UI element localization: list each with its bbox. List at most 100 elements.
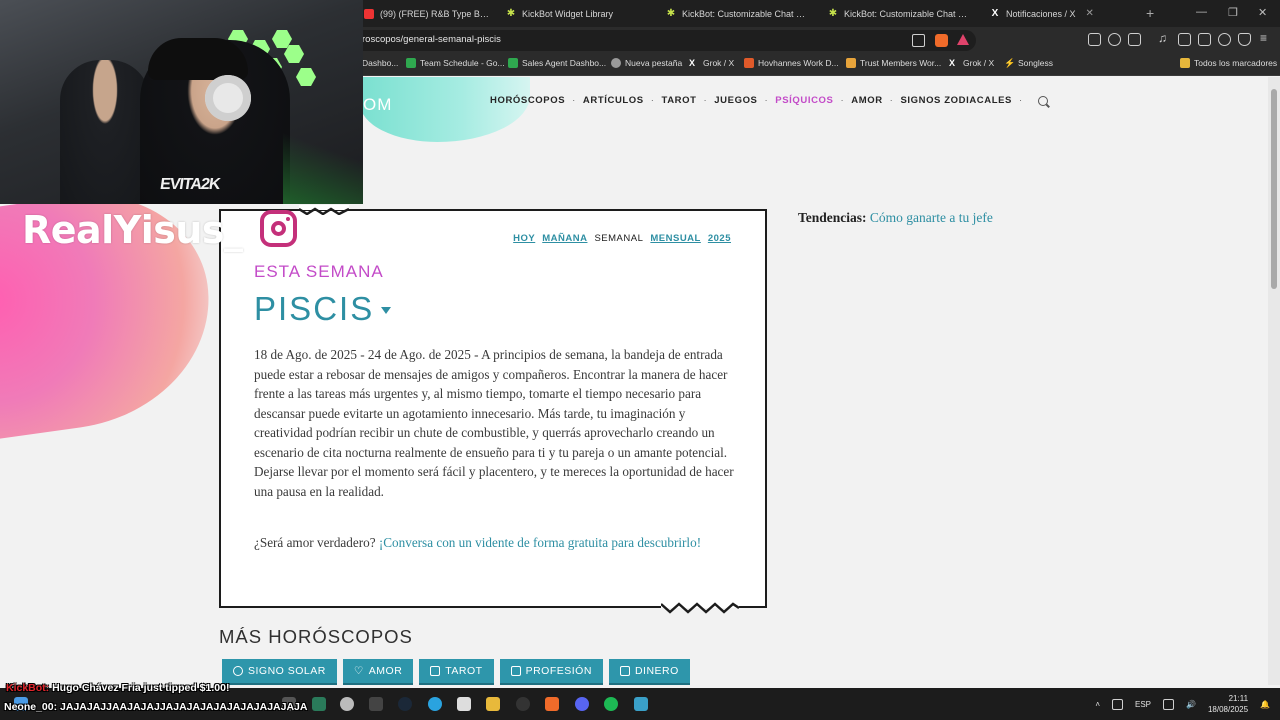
discord-icon[interactable] [575,697,589,711]
clock[interactable]: 21:11 18/08/2025 [1208,693,1248,715]
obs-icon[interactable] [340,697,354,711]
profesion-button[interactable]: PROFESIÓN [499,659,603,685]
tab-2025[interactable]: 2025 [708,233,731,244]
search-icon[interactable] [1037,95,1048,106]
nav-psiquicos[interactable]: PSÍQUICOS · [775,95,851,106]
horoscope-reading: 18 de Ago. de 2025 - 24 de Ago. de 2025 … [254,347,734,499]
psychic-chat-link[interactable]: ¡Conversa con un vidente de forma gratui… [379,535,701,550]
scrollbar-thumb[interactable] [1271,89,1277,289]
nav-label: ARTÍCULOS [582,95,644,106]
amor-button[interactable]: ♡ AMOR [342,659,414,685]
bookmark-item[interactable]: Nueva pestaña [611,58,682,68]
x-icon: X [689,58,696,68]
nav-articulos[interactable]: ARTÍCULOS · [583,95,662,106]
button-label: TAROT [445,665,483,677]
close-tab-icon[interactable]: ✕ [1086,8,1094,19]
bookmark-item[interactable]: Trust Members Wor... [846,58,941,68]
bookmark-item[interactable]: X Grok / X [689,58,734,68]
bookmark-item[interactable]: Hovhannes Work D... [744,58,839,68]
wallet-icon[interactable] [1198,33,1211,46]
puzzle-icon[interactable] [1108,33,1121,46]
tab-youtube-beat[interactable]: (99) (FREE) R&B Type Beat - "TH [356,0,498,27]
shield-icon[interactable] [1238,33,1251,46]
page-scrollbar[interactable] [1268,77,1280,685]
nav-label: PSÍQUICOS [775,95,834,106]
vpn-icon[interactable] [1218,33,1231,46]
songless-icon: ⚡ [1004,58,1016,68]
tab-semanal[interactable]: SEMANAL [594,233,643,244]
notification-icon[interactable]: 🔔 [1260,700,1270,709]
nav-label: JUEGOS [714,95,758,106]
extension-icon[interactable] [1088,33,1101,46]
steam-icon[interactable] [398,697,412,711]
display-icon[interactable] [1163,698,1175,710]
cap [148,38,248,80]
caret-down-icon[interactable] [381,307,391,314]
network-icon[interactable] [1112,698,1123,710]
tab-mensual[interactable]: MENSUAL [650,233,700,244]
tab-kickbot-chat-bot-1[interactable]: ✱ KickBot: Customizable Chat Bot for K [658,0,818,27]
week-label: ESTA SEMANA [254,262,384,281]
bookmark-item[interactable]: Team Schedule - Go... [406,58,505,68]
nav-horoscopos[interactable]: HORÓSCOPOS · [490,95,583,106]
site-logo[interactable]: OM [363,95,392,115]
app-icon[interactable] [516,697,530,711]
telegram-icon[interactable] [428,697,442,711]
chat-overlay: KickBot: Hugo Chávez Fria just tipped $1… [0,680,330,720]
headphones [205,75,251,121]
chevron-up-icon[interactable]: ˄ [1095,700,1100,709]
menu-icon[interactable]: ≡ [1260,31,1273,45]
share-icon[interactable] [912,34,925,47]
zigzag-decoration [299,205,349,215]
folder-icon[interactable] [486,697,500,711]
brave-rewards-icon[interactable] [957,34,969,45]
app-icon[interactable] [634,697,648,711]
volume-icon[interactable]: 🔊 [1186,700,1196,709]
sidebar-icon[interactable] [1178,33,1191,46]
capcut-icon[interactable] [457,697,471,711]
system-tray: ˄ ESP 🔊 21:11 18/08/2025 🔔 [1095,688,1270,720]
bookmark-label: Dashbo... [362,58,399,68]
tab-label: KickBot: Customizable Chat Bot for K [682,8,810,19]
tab-label: KickBot: Customizable Chat Bot for K [844,8,972,19]
tab-kickbot-chat-bot-2[interactable]: ✱ KickBot: Customizable Chat Bot for K [820,0,980,27]
love-question: ¿Será amor verdadero? ¡Conversa con un v… [254,533,734,553]
nav-amor[interactable]: AMOR · [851,95,900,106]
screenshot-icon[interactable] [1128,33,1141,46]
bookmark-item[interactable]: Dashbo... [362,58,398,68]
brave-icon[interactable] [545,697,559,711]
minimize-icon[interactable]: — [1196,6,1207,18]
trends-link[interactable]: Cómo ganarte a tu jefe [870,210,993,225]
sign-selector[interactable]: PISCIS [254,290,374,328]
bookmark-item[interactable]: ⚡ Songless [1004,58,1053,68]
chat-text: Hugo Chávez Fria just tipped $1.00! [49,682,230,694]
more-horoscopes-title: MÁS HORÓSCOPOS [219,626,413,647]
spotify-icon[interactable] [604,697,618,711]
media-icon[interactable]: ♫ [1158,31,1171,45]
address-bar[interactable]: roscopos/general-semanal-piscis [352,30,976,51]
chat-message: KickBot: Hugo Chávez Fria just tipped $1… [6,682,229,694]
language-indicator[interactable]: ESP [1135,700,1151,709]
doc-icon [846,58,856,68]
bookmarks-folder[interactable]: Todos los marcadores [1180,58,1277,68]
restore-icon[interactable]: ❐ [1228,6,1238,19]
bookmark-label: Team Schedule - Go... [420,58,505,68]
button-label: SIGNO SOLAR [248,665,326,677]
nav-signos-zodiacales[interactable]: SIGNOS ZODIACALES · [900,95,1029,106]
tab-x-notifications[interactable]: X Notificaciones / X ✕ [982,0,1132,27]
brave-shield-icon[interactable] [935,34,948,47]
tarot-button[interactable]: TAROT [419,659,494,685]
kickbot-icon: ✱ [506,7,516,19]
nav-juegos[interactable]: JUEGOS · [714,95,775,106]
tab-kickbot-widget-library[interactable]: ✱ KickBot Widget Library [498,0,658,27]
tab-hoy[interactable]: HOY [513,233,535,244]
app-icon[interactable] [369,697,383,711]
dinero-button[interactable]: DINERO [608,659,690,685]
close-window-icon[interactable]: ✕ [1258,6,1267,19]
bookmark-item[interactable]: Sales Agent Dashbo... [508,58,606,68]
nav-tarot[interactable]: TAROT · [662,95,715,106]
tab-manana[interactable]: MAÑANA [542,233,587,244]
new-tab-button[interactable]: + [1146,5,1154,21]
trends-label: Tendencias: [798,210,867,225]
bookmark-item[interactable]: X Grok / X [949,58,994,68]
